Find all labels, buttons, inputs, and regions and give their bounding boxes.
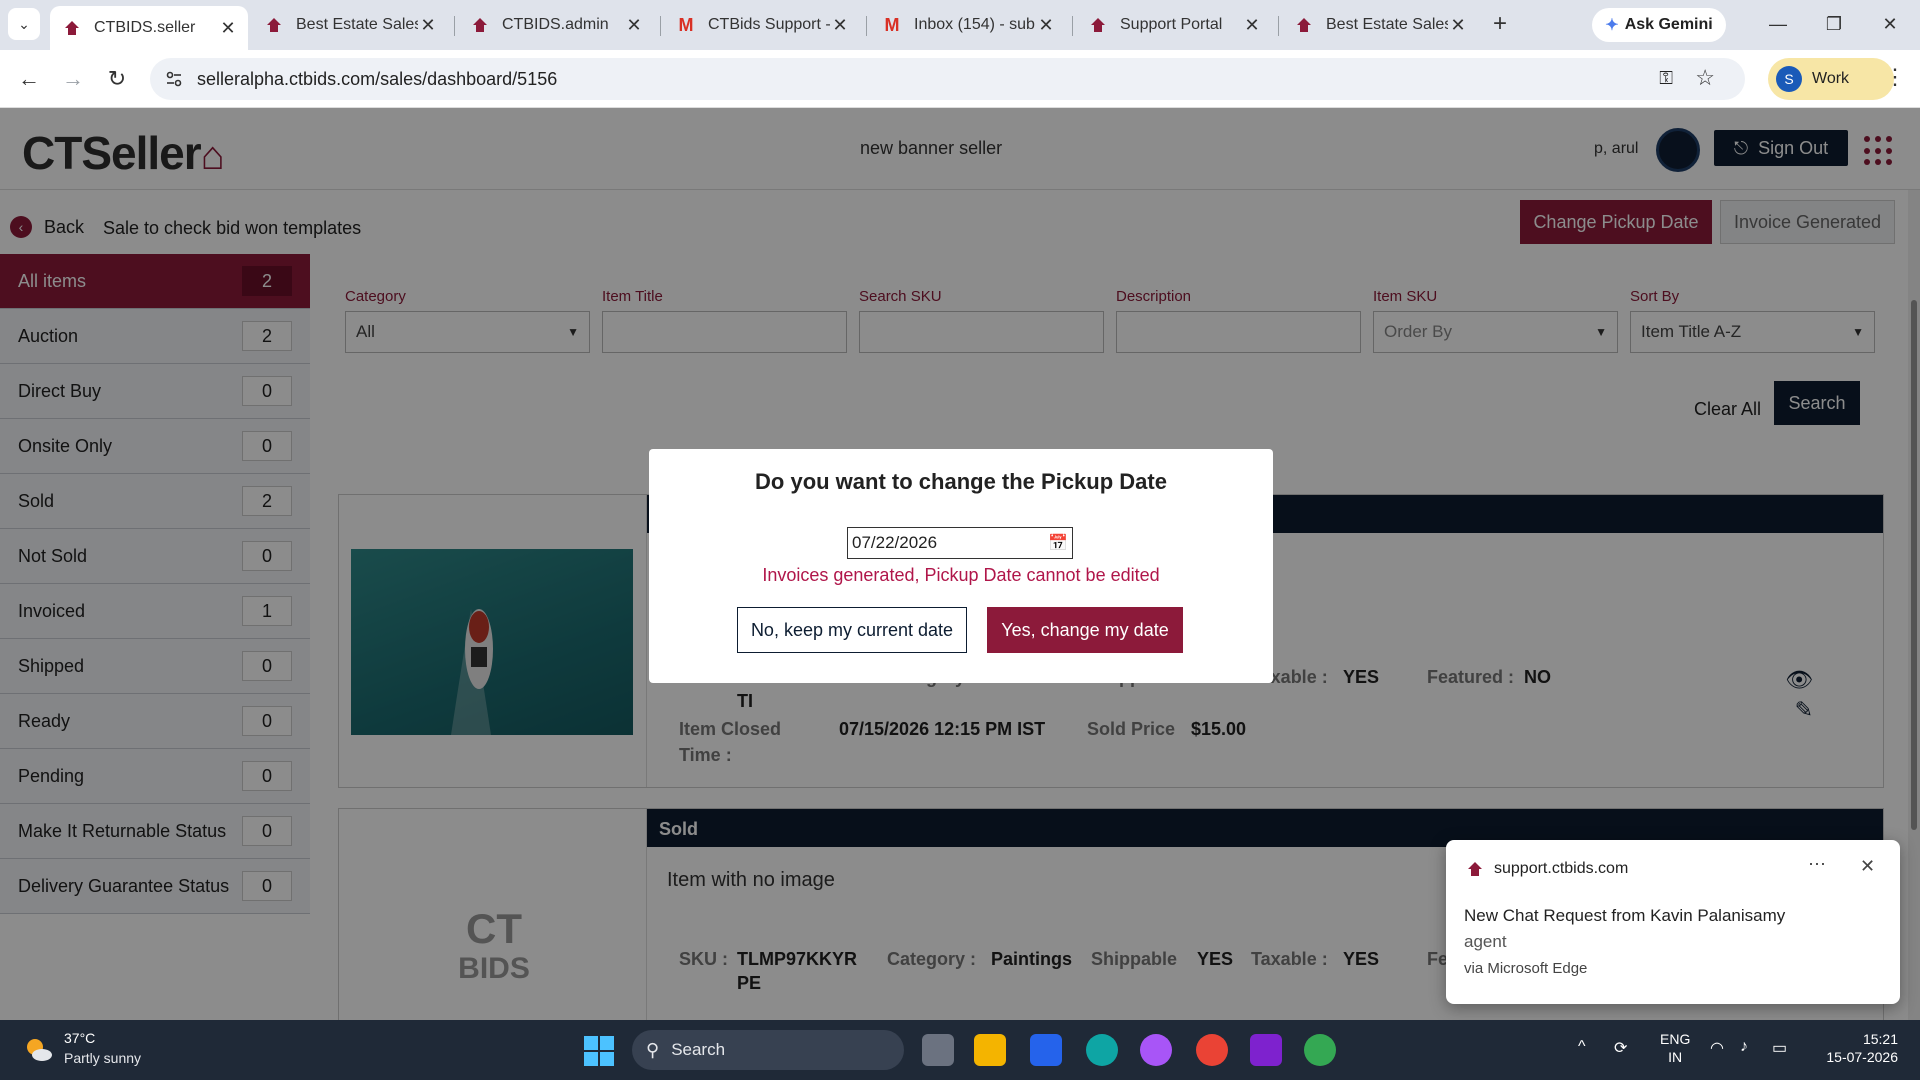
pickup-date-input[interactable]: 07/22/2026 📅 — [847, 527, 1073, 559]
minimize-window-button[interactable]: — — [1758, 8, 1798, 40]
microsoft-store-icon[interactable] — [1030, 1034, 1062, 1066]
tab-best-estate-sales-2[interactable]: Best Estate Sales ✕ — [1282, 6, 1478, 44]
tab-ctbids-seller[interactable]: CTBIDS.seller ✕ — [50, 6, 248, 50]
task-view-icon[interactable] — [922, 1034, 954, 1066]
tab-ctbids-admin[interactable]: CTBIDS.admin ✕ — [458, 6, 654, 44]
back-arrow-icon[interactable]: ← — [14, 64, 44, 94]
edge-browser-icon[interactable] — [1086, 1034, 1118, 1066]
close-window-button[interactable]: ✕ — [1870, 8, 1910, 40]
weather-sun-icon[interactable] — [22, 1034, 54, 1066]
forward-arrow-icon[interactable]: → — [58, 64, 88, 94]
bookmark-star-icon[interactable]: ☆ — [1695, 65, 1715, 91]
ask-gemini-button[interactable]: ✦ Ask Gemini — [1592, 8, 1726, 42]
copilot-icon[interactable] — [1140, 1034, 1172, 1066]
restore-window-button[interactable]: ❐ — [1814, 8, 1854, 40]
taskbar-search[interactable]: ⚲ Search — [632, 1030, 904, 1070]
close-tab-icon[interactable]: ✕ — [1036, 15, 1056, 36]
close-tab-icon[interactable]: ✕ — [1448, 15, 1468, 36]
windows-start-icon[interactable] — [584, 1036, 614, 1066]
site-settings-icon[interactable] — [164, 69, 184, 89]
tab-support-portal[interactable]: Support Portal ✕ — [1076, 6, 1272, 44]
input-language[interactable]: ENG IN — [1660, 1030, 1690, 1066]
chrome-profile-icon[interactable] — [1304, 1034, 1336, 1066]
sync-icon[interactable]: ⟳ — [1614, 1038, 1627, 1058]
slack-icon[interactable] — [1250, 1034, 1282, 1066]
tab-inbox[interactable]: M Inbox (154) - sub ✕ — [870, 6, 1066, 44]
browser-menu-icon[interactable]: ⋮ — [1884, 64, 1906, 90]
ctbids-favicon-icon — [1466, 860, 1484, 878]
chrome-icon[interactable] — [1196, 1034, 1228, 1066]
close-tab-icon[interactable]: ✕ — [830, 15, 850, 36]
change-date-button[interactable]: Yes, change my date — [987, 607, 1183, 653]
system-clock[interactable]: 15:21 15-07-2026 — [1818, 1030, 1898, 1066]
wifi-icon[interactable]: ◠ — [1710, 1038, 1724, 1058]
notification-subtext: agent — [1464, 932, 1507, 951]
show-hidden-icons-chevron-icon[interactable]: ^ — [1578, 1038, 1586, 1056]
file-explorer-icon[interactable] — [974, 1034, 1006, 1066]
notification-source: support.ctbids.com — [1494, 860, 1629, 877]
more-options-icon[interactable]: ⋯ — [1808, 854, 1826, 875]
change-pickup-date-dialog: Do you want to change the Pickup Date 07… — [649, 449, 1273, 683]
new-tab-button[interactable]: + — [1485, 10, 1515, 40]
dialog-title: Do you want to change the Pickup Date — [755, 469, 1167, 494]
close-tab-icon[interactable]: ✕ — [1242, 15, 1262, 36]
profile-avatar: S — [1776, 66, 1802, 92]
ctbids-favicon-icon — [1088, 15, 1108, 35]
close-tab-icon[interactable]: ✕ — [624, 15, 644, 36]
ctbids-favicon-icon — [264, 15, 284, 35]
ctbids-favicon-icon — [62, 18, 82, 38]
windows-taskbar: 37°C Partly sunny ⚲ Search ^ ⟳ ENG IN ◠ ♪… — [0, 1020, 1920, 1080]
close-tab-icon[interactable]: ✕ — [218, 18, 238, 39]
keep-current-date-button[interactable]: No, keep my current date — [737, 607, 967, 653]
browser-address-bar: ← → ↻ selleralpha.ctbids.com/sales/dashb… — [0, 50, 1920, 108]
ctbids-favicon-icon — [1294, 15, 1314, 35]
url-omnibox[interactable]: selleralpha.ctbids.com/sales/dashboard/5… — [150, 58, 1745, 100]
tab-search-dropdown[interactable]: ⌄ — [8, 8, 40, 40]
gmail-icon: M — [884, 14, 900, 35]
ctbids-favicon-icon — [470, 15, 490, 35]
tab-best-estate-sales-1[interactable]: Best Estate Sales ✕ — [252, 6, 448, 44]
reload-icon[interactable]: ↻ — [102, 64, 132, 94]
close-icon[interactable]: ✕ — [1860, 856, 1875, 877]
url-text[interactable]: selleralpha.ctbids.com/sales/dashboard/5… — [197, 69, 557, 90]
volume-icon[interactable]: ♪ — [1740, 1038, 1748, 1056]
weather-description: Partly sunny — [64, 1050, 142, 1066]
calendar-icon[interactable]: 📅 — [1048, 533, 1068, 553]
close-tab-icon[interactable]: ✕ — [418, 15, 438, 36]
tab-ctbids-support[interactable]: M CTBids Support - ✕ — [664, 6, 860, 44]
profile-button[interactable]: S Work — [1768, 58, 1894, 100]
gmail-icon: M — [678, 14, 694, 35]
error-message: Invoices generated, Pickup Date cannot b… — [762, 565, 1160, 585]
weather-temperature: 37°C — [64, 1030, 96, 1046]
battery-icon[interactable]: ▭ — [1772, 1038, 1787, 1058]
search-icon: ⚲ — [646, 1039, 660, 1060]
notification-message: New Chat Request from Kavin Palanisamy — [1464, 906, 1786, 925]
chat-notification[interactable]: support.ctbids.com ⋯ ✕ New Chat Request … — [1446, 840, 1900, 1004]
password-key-icon[interactable]: ⚿ — [1659, 68, 1673, 89]
notification-via: via Microsoft Edge — [1464, 960, 1588, 977]
browser-tab-bar: ⌄ CTBIDS.seller ✕ Best Estate Sales ✕ CT… — [0, 0, 1920, 50]
gemini-star-icon: ✦ — [1605, 17, 1619, 34]
